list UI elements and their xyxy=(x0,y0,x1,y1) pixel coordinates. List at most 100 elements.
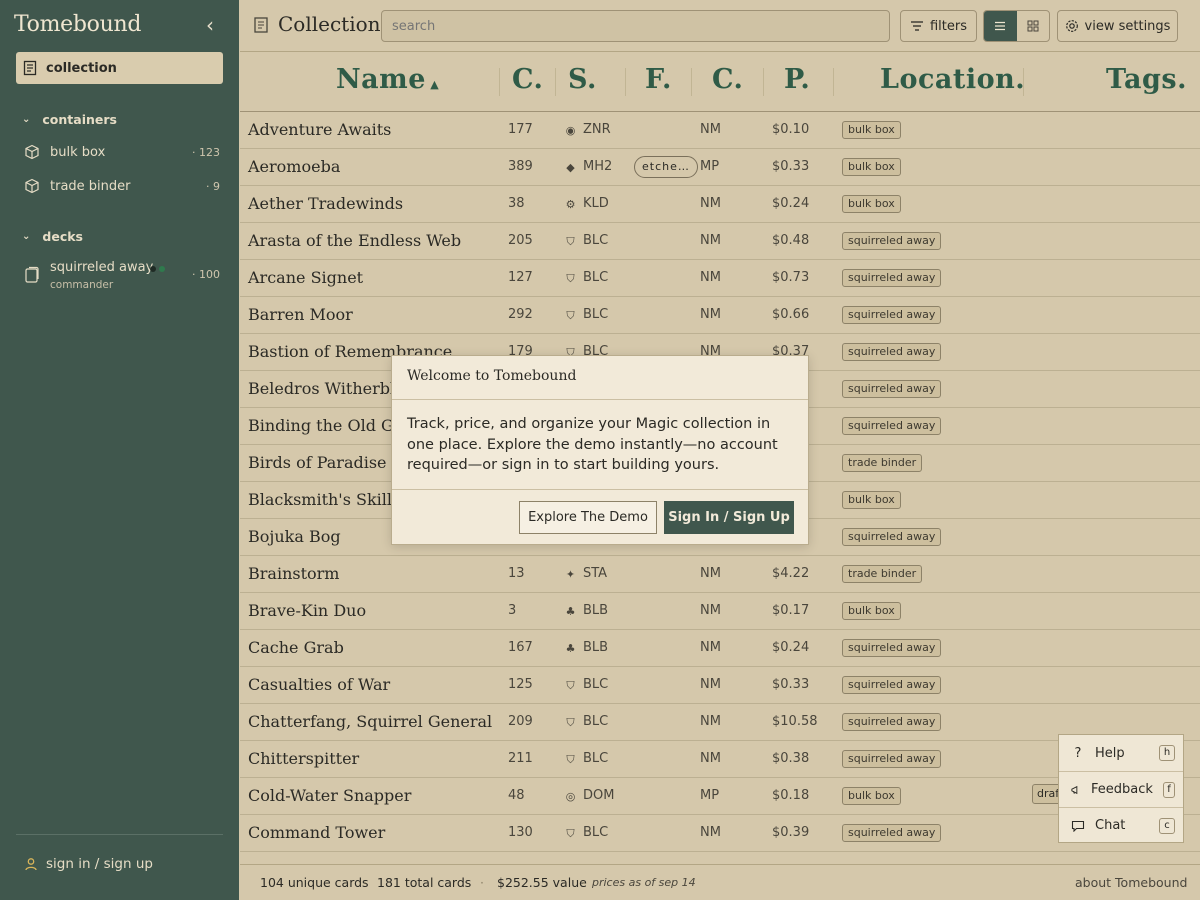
view-settings-button[interactable]: view settings xyxy=(1057,10,1178,42)
card-name[interactable]: Birds of Paradise xyxy=(248,445,387,481)
card-name[interactable]: Command Tower xyxy=(248,815,385,851)
set-symbol-icon: ✦ xyxy=(565,567,576,581)
card-name[interactable]: Chatterfang, Squirrel General xyxy=(248,704,492,740)
table-row[interactable]: Casualties of War 125 ⛉ BLC NM $0.33 squirrele… xyxy=(240,667,1200,704)
location-tag[interactable]: bulk box xyxy=(842,491,901,509)
card-name[interactable]: Aether Tradewinds xyxy=(248,186,403,222)
search-input[interactable] xyxy=(381,10,890,42)
set-code: BLC xyxy=(583,307,609,322)
set-symbol-icon: ♣ xyxy=(565,641,576,655)
column-header-condition[interactable]: C. xyxy=(712,64,743,95)
column-header-set[interactable]: S. xyxy=(568,64,597,95)
help-menu-item-chat[interactable]: Chat c xyxy=(1059,807,1183,843)
location-tag[interactable]: bulk box xyxy=(842,787,901,805)
column-header-name[interactable]: Name ▲ xyxy=(336,64,439,95)
header-label: Tags xyxy=(1106,64,1178,95)
location-tag[interactable]: squirreled away xyxy=(842,713,942,731)
sidebar-item-deck[interactable]: squirreled away commander · 100 xyxy=(24,258,220,296)
help-menu-item-feedback[interactable]: Feedback f xyxy=(1059,771,1183,807)
column-header-tags[interactable]: Tags. xyxy=(1106,64,1187,95)
filters-label: filters xyxy=(929,18,967,34)
nav-collection[interactable]: collection xyxy=(16,52,223,84)
containers-heading[interactable]: ⌄ containers xyxy=(22,112,117,127)
table-row[interactable]: Brave-Kin Duo 3 ♣ BLB NM $0.17 bulk box xyxy=(240,593,1200,630)
card-name[interactable]: Cold-Water Snapper xyxy=(248,778,411,814)
set-cell: ♣ BLB xyxy=(564,630,609,666)
column-header-finish[interactable]: F. xyxy=(645,64,672,95)
collector-number: 177 xyxy=(508,122,533,137)
location-tag[interactable]: squirreled away xyxy=(842,380,942,398)
sort-asc-icon: ▲ xyxy=(425,78,440,91)
set-symbol-icon: ⛉ xyxy=(566,826,575,840)
card-name[interactable]: Adventure Awaits xyxy=(248,112,391,148)
set-code: BLC xyxy=(583,677,609,692)
location-cell: squirreled away xyxy=(842,630,942,666)
about-link[interactable]: about Tomebound xyxy=(1075,875,1187,890)
condition: NM xyxy=(700,233,721,248)
table-row[interactable]: Arcane Signet 127 ⛉ BLC NM $0.73 squirreled aw… xyxy=(240,260,1200,297)
location-tag[interactable]: bulk box xyxy=(842,195,901,213)
card-name[interactable]: Brave-Kin Duo xyxy=(248,593,366,629)
location-cell: bulk box xyxy=(842,149,901,185)
table-row[interactable]: Aether Tradewinds 38 ⚙ KLD NM $0.24 bulk box xyxy=(240,186,1200,223)
card-name[interactable]: Cache Grab xyxy=(248,630,344,666)
app-brand[interactable]: Tomebound xyxy=(14,12,141,37)
sidebar-signin-link[interactable]: sign in / sign up xyxy=(24,856,153,872)
help-menu-item-help[interactable]: ? Help h xyxy=(1059,735,1183,771)
table-row[interactable]: Brainstorm 13 ✦ STA NM $4.22 trade binder xyxy=(240,556,1200,593)
location-tag[interactable]: squirreled away xyxy=(842,417,942,435)
separator: · xyxy=(480,875,484,890)
location-tag[interactable]: squirreled away xyxy=(842,528,942,546)
card-name[interactable]: Casualties of War xyxy=(248,667,390,703)
table-row[interactable]: Aeromoeba 389 ◆ MH2 etche… MP $0.33 bulk box xyxy=(240,149,1200,186)
table-row[interactable]: Chitterspitter 211 ⛉ BLC NM $0.38 squirreled a… xyxy=(240,741,1200,778)
table-row[interactable]: Adventure Awaits 177 ◉ ZNR NM $0.10 bulk box xyxy=(240,112,1200,149)
location-tag[interactable]: squirreled away xyxy=(842,306,942,324)
price: $0.17 xyxy=(772,603,810,618)
location-tag[interactable]: trade binder xyxy=(842,454,923,472)
card-name[interactable]: Barren Moor xyxy=(248,297,353,333)
decks-heading[interactable]: ⌄ decks xyxy=(22,229,83,244)
card-name[interactable]: Brainstorm xyxy=(248,556,339,592)
location-tag[interactable]: bulk box xyxy=(842,602,901,620)
table-row[interactable]: Chatterfang, Squirrel General 209 ⛉ BLC NM $1… xyxy=(240,704,1200,741)
card-name[interactable]: Aeromoeba xyxy=(248,149,340,185)
table-row[interactable]: Cache Grab 167 ♣ BLB NM $0.24 squirreled away xyxy=(240,630,1200,667)
location-tag[interactable]: squirreled away xyxy=(842,232,942,250)
location-tag[interactable]: squirreled away xyxy=(842,676,942,694)
sidebar-item-trade-binder[interactable]: trade binder · 9 xyxy=(24,174,220,198)
page-title: Collection xyxy=(278,12,381,36)
location-tag[interactable]: squirreled away xyxy=(842,824,942,842)
card-name[interactable]: Chitterspitter xyxy=(248,741,359,777)
filters-button[interactable]: filters xyxy=(900,10,977,42)
location-tag[interactable]: squirreled away xyxy=(842,269,942,287)
price: $0.10 xyxy=(772,122,810,137)
collapse-sidebar-icon[interactable]: ‹ xyxy=(200,15,220,36)
column-header-collector-number[interactable]: C. xyxy=(512,64,543,95)
set-cell: ⛉ BLC xyxy=(564,223,608,259)
card-name[interactable]: Arcane Signet xyxy=(248,260,363,296)
column-header-price[interactable]: P. xyxy=(784,64,810,95)
list-view-button[interactable] xyxy=(984,11,1017,41)
sidebar-item-bulk-box[interactable]: bulk box · 123 xyxy=(24,140,220,164)
location-tag[interactable]: trade binder xyxy=(842,565,923,583)
table-row[interactable]: Command Tower 130 ⛉ BLC NM $0.39 squirreled aw… xyxy=(240,815,1200,852)
explore-demo-button[interactable]: Explore The Demo xyxy=(519,501,657,534)
card-name[interactable]: Blacksmith's Skill xyxy=(248,482,392,518)
location-tag[interactable]: bulk box xyxy=(842,121,901,139)
location-tag[interactable]: squirreled away xyxy=(842,750,942,768)
header-label: Name xyxy=(336,64,426,95)
card-name[interactable]: Bojuka Bog xyxy=(248,519,341,555)
view-toggle xyxy=(983,10,1050,42)
collector-number: 205 xyxy=(508,233,533,248)
location-tag[interactable]: bulk box xyxy=(842,158,901,176)
table-row[interactable]: Barren Moor 292 ⛉ BLC NM $0.66 squirreled away xyxy=(240,297,1200,334)
location-tag[interactable]: squirreled away xyxy=(842,343,942,361)
grid-view-button[interactable] xyxy=(1017,11,1050,41)
column-header-location[interactable]: Location. xyxy=(880,64,1025,95)
dialog-title: Welcome to Tomebound xyxy=(407,368,577,384)
location-tag[interactable]: squirreled away xyxy=(842,639,942,657)
card-name[interactable]: Arasta of the Endless Web xyxy=(248,223,461,259)
table-row[interactable]: Arasta of the Endless Web 205 ⛉ BLC NM $0.48 s… xyxy=(240,223,1200,260)
sign-in-button[interactable]: Sign In / Sign Up xyxy=(664,501,794,534)
